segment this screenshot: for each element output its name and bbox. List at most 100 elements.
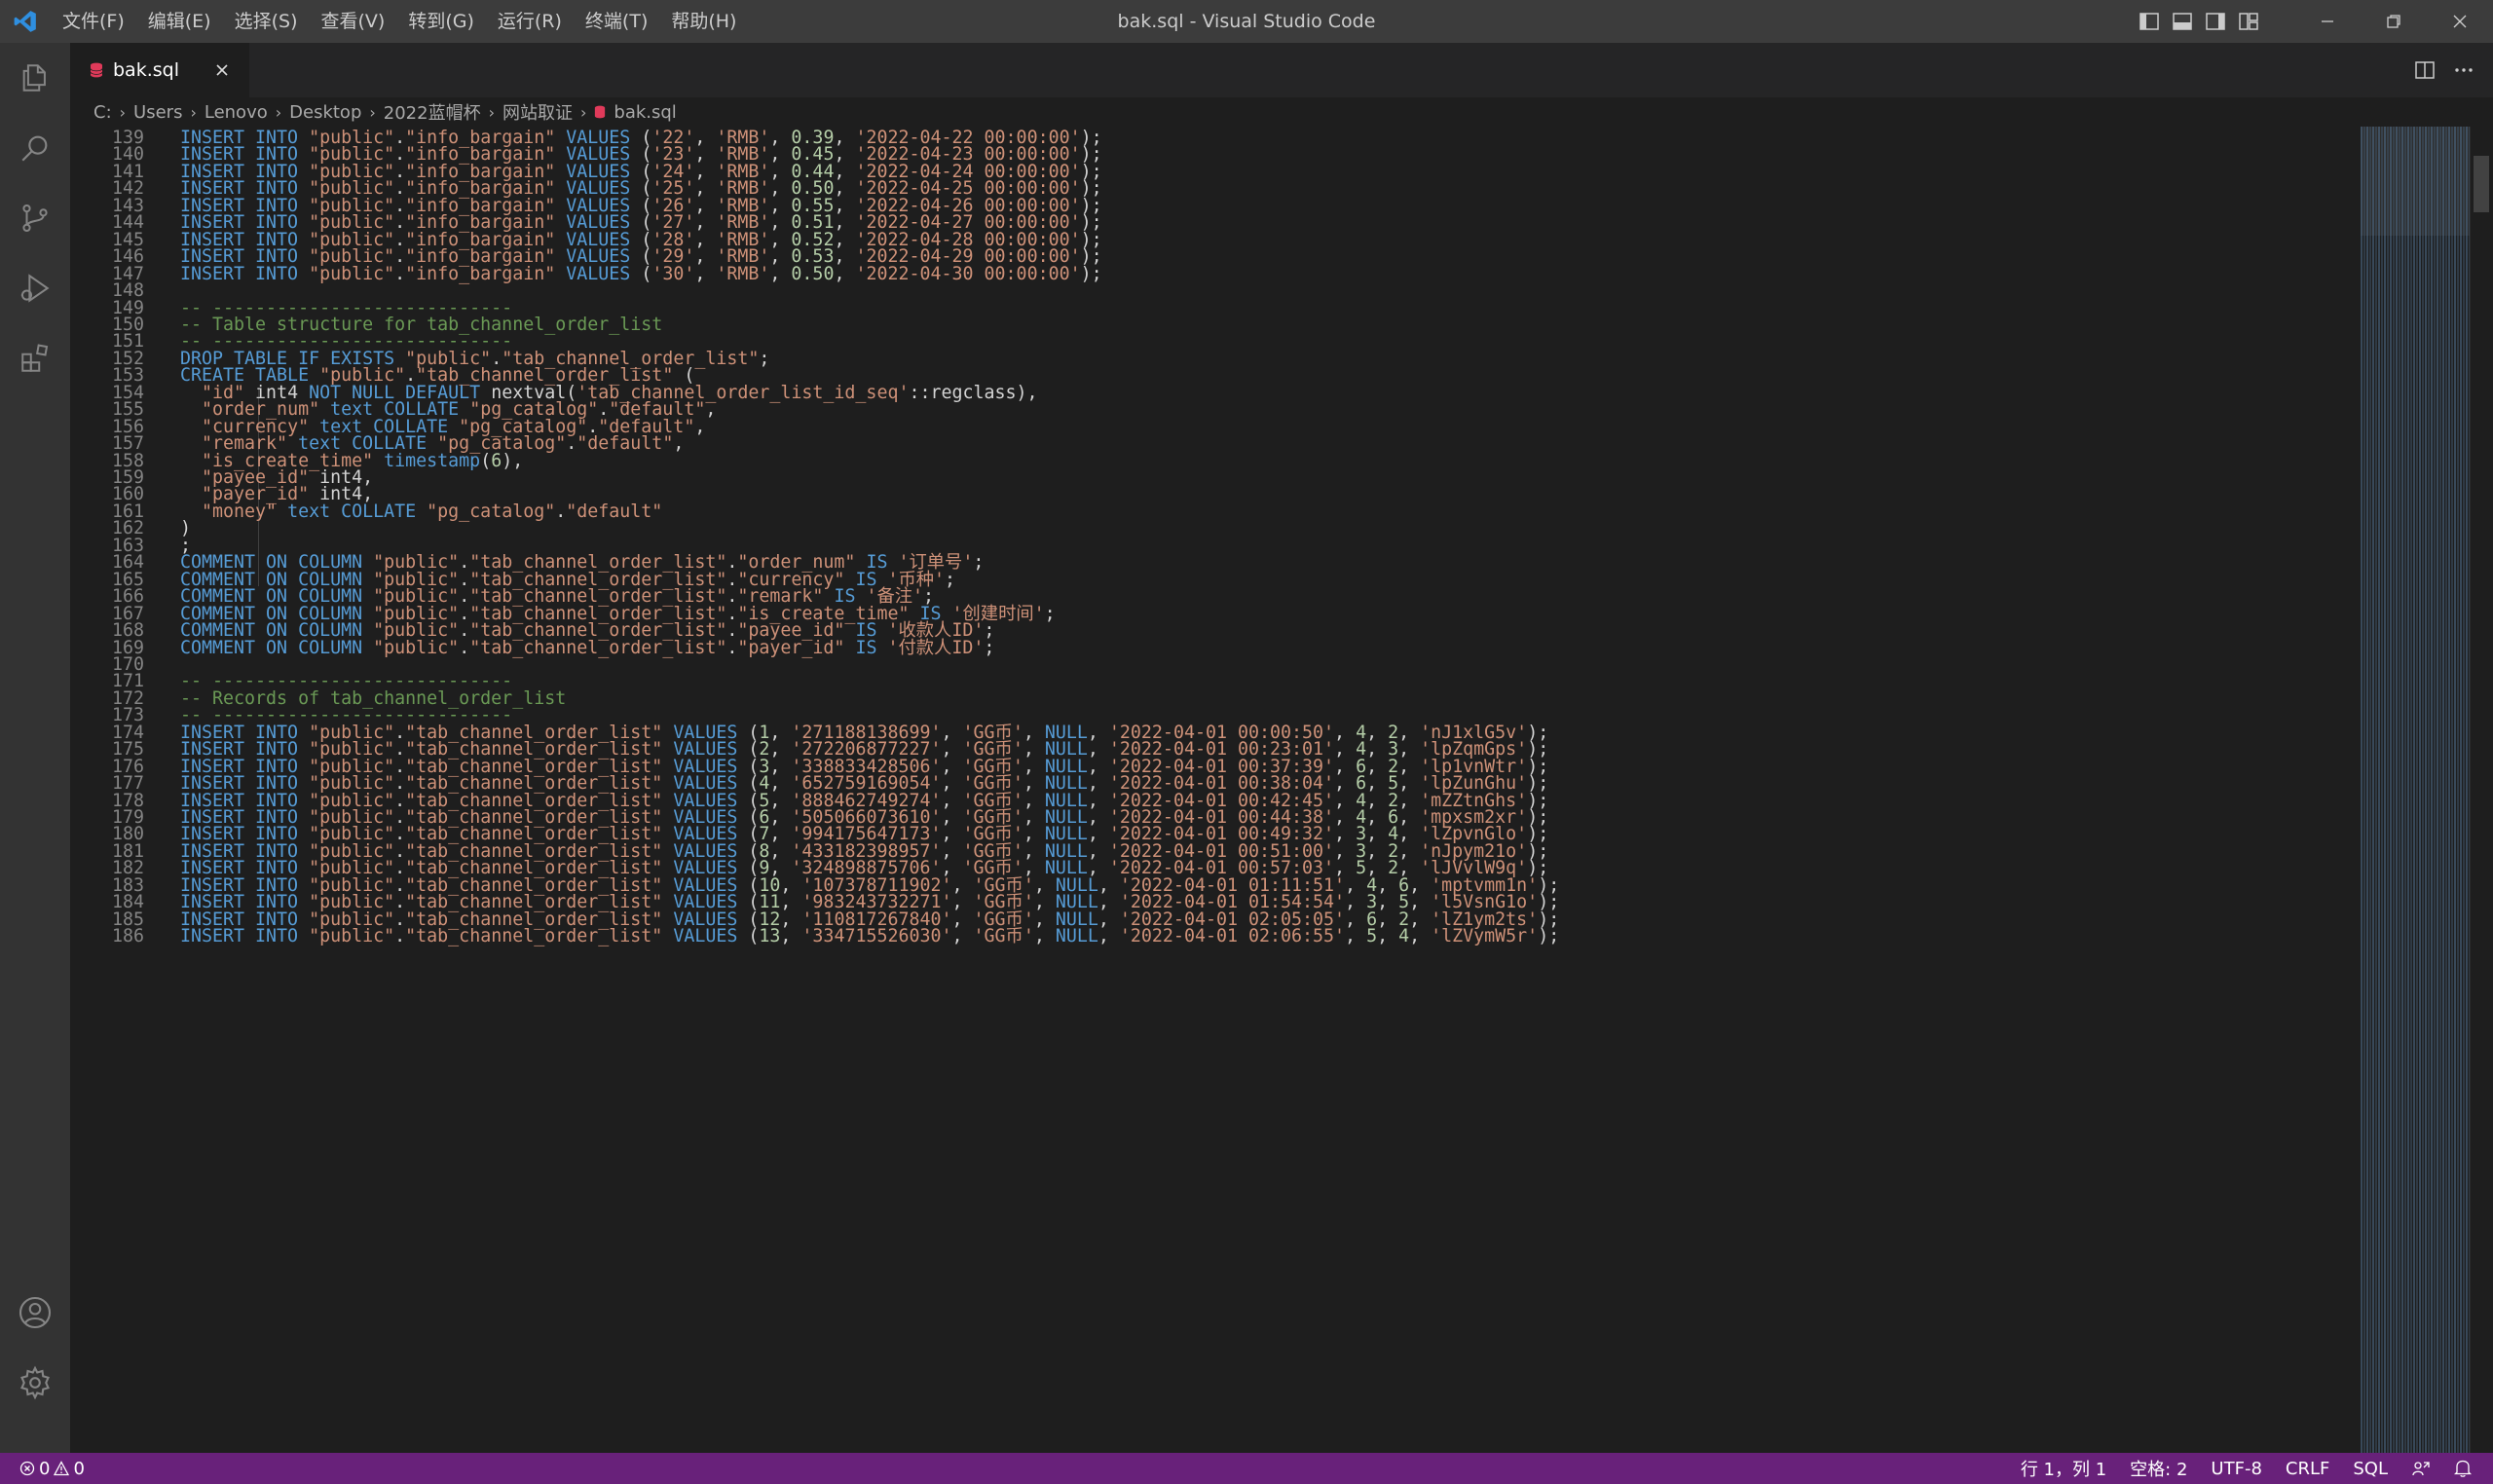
notifications-icon[interactable] <box>2442 1459 2483 1478</box>
language-mode[interactable]: SQL <box>2341 1459 2400 1479</box>
menu-item[interactable]: 终端(T) <box>574 0 659 43</box>
customize-layout-icon[interactable] <box>2232 0 2265 43</box>
minimap-stripe <box>2387 127 2389 1453</box>
split-editor-icon[interactable] <box>2405 43 2444 97</box>
minimap-stripe <box>2375 127 2377 1453</box>
chevron-right-icon: › <box>119 102 127 122</box>
code-token: COMMENT ON COLUMN <box>180 637 374 658</box>
minimap-stripe <box>2428 127 2430 1453</box>
code-token: 'GG币' <box>973 926 1034 947</box>
title-bar: 文件(F) 编辑(E) 选择(S) 查看(V) 转到(G) 运行(R) 终端(T) 帮助(H)… <box>0 0 2493 43</box>
breadcrumb: C: › Users › Lenovo › Desktop › 2022蓝帽杯 › 网站取证 › bak… <box>70 97 2493 127</box>
minimap-stripe <box>2404 127 2406 1453</box>
minimap-stripe <box>2361 127 2363 1453</box>
code-token: . <box>394 263 406 284</box>
scrollbar-thumb[interactable] <box>2474 156 2489 212</box>
minimap[interactable] <box>2361 127 2470 1453</box>
code-token: "public" <box>373 637 460 658</box>
explorer-icon[interactable] <box>0 43 70 113</box>
toggle-secondary-sidebar-icon[interactable] <box>2199 0 2232 43</box>
run-debug-icon[interactable] <box>0 253 70 323</box>
code-editor[interactable]: 139 INSERT INTO "public"."info_bargain" V… <box>70 127 2361 1453</box>
chevron-right-icon: › <box>369 102 376 122</box>
code-token: , <box>694 416 706 437</box>
code-token: 0.50 <box>791 263 835 284</box>
extensions-icon[interactable] <box>0 323 70 393</box>
breadcrumb-item[interactable]: Lenovo <box>205 102 268 123</box>
code-token: "default" <box>566 501 663 522</box>
more-actions-icon[interactable] <box>2444 43 2483 97</box>
code-token: "tab_channel_order_list" <box>469 637 727 658</box>
code-token: '2022-04-01 02:06:55' <box>1119 926 1346 947</box>
code-token: ; <box>984 637 995 658</box>
menu-item[interactable]: 文件(F) <box>51 0 136 43</box>
code-token: , <box>705 399 717 421</box>
toggle-panel-icon[interactable] <box>2166 0 2199 43</box>
code-token: ); <box>1538 926 1560 947</box>
toggle-sidebar-icon[interactable] <box>2133 0 2166 43</box>
minimap-stripe <box>2419 127 2421 1453</box>
minimap-stripe <box>2448 127 2450 1453</box>
chevron-right-icon: › <box>190 102 197 122</box>
code-token: "public" <box>309 926 395 947</box>
code-token: INSERT INTO <box>180 263 310 284</box>
breadcrumb-item[interactable]: 2022蓝帽杯 <box>384 99 481 125</box>
minimap-stripe <box>2413 127 2415 1453</box>
code-token: ; <box>759 348 770 369</box>
search-icon[interactable] <box>0 113 70 183</box>
vertical-scrollbar[interactable] <box>2470 127 2493 1453</box>
menu-item[interactable]: 查看(V) <box>310 0 397 43</box>
code-token: '30' <box>651 263 695 284</box>
minimap-stripe <box>2366 127 2368 1453</box>
minimap-stripe <box>2460 127 2462 1453</box>
breadcrumb-item[interactable]: C: <box>93 102 112 123</box>
menu-item[interactable]: 运行(R) <box>486 0 574 43</box>
code-token: . <box>566 433 577 455</box>
restore-icon[interactable] <box>2361 0 2427 43</box>
feedback-icon[interactable] <box>2400 1459 2442 1478</box>
breadcrumb-item[interactable]: Users <box>133 102 182 123</box>
breadcrumb-item[interactable]: bak.sql <box>614 102 676 123</box>
code-token: , <box>1409 926 1432 947</box>
database-file-icon <box>90 62 103 78</box>
minimap-stripe <box>2369 127 2371 1453</box>
code-token: , <box>834 263 856 284</box>
menu-bar: 文件(F) 编辑(E) 选择(S) 查看(V) 转到(G) 运行(R) 终端(T) 帮助(H) <box>51 0 748 43</box>
warning-count: 0 <box>73 1458 85 1479</box>
code-token: , <box>1033 926 1056 947</box>
problems-indicator[interactable]: 0 0 <box>19 1459 96 1479</box>
error-icon <box>19 1461 35 1476</box>
breadcrumb-item[interactable]: 网站取证 <box>502 99 573 125</box>
minimap-stripe <box>2399 127 2400 1453</box>
source-control-icon[interactable] <box>0 183 70 253</box>
minimap-stripe <box>2422 127 2424 1453</box>
code-token: , <box>673 433 685 455</box>
minimize-icon[interactable] <box>2294 0 2361 43</box>
close-window-icon[interactable] <box>2427 0 2493 43</box>
minimap-stripe <box>2378 127 2380 1453</box>
encoding[interactable]: UTF-8 <box>2199 1459 2273 1479</box>
manage-gear-icon[interactable] <box>0 1348 70 1418</box>
code-token: "info_bargain" <box>405 263 556 284</box>
code-token: ( <box>641 263 652 284</box>
code-line[interactable]: 186 INSERT INTO "public"."tab_channel_ord… <box>70 923 1559 951</box>
menu-item[interactable]: 帮助(H) <box>659 0 748 43</box>
indentation[interactable]: 空格: 2 <box>2118 1456 2199 1481</box>
minimap-stripe <box>2439 127 2441 1453</box>
breadcrumb-item[interactable]: Desktop <box>289 102 361 123</box>
menu-item[interactable]: 转到(G) <box>396 0 486 43</box>
end-of-line[interactable]: CRLF <box>2274 1459 2341 1479</box>
vscode-logo-icon <box>0 0 51 43</box>
tab-bak-sql[interactable]: bak.sql <box>70 43 249 97</box>
minimap-stripe <box>2457 127 2459 1453</box>
chevron-right-icon: › <box>275 102 282 122</box>
cursor-position[interactable]: 行 1，列 1 <box>2009 1456 2118 1481</box>
menu-item[interactable]: 选择(S) <box>223 0 310 43</box>
code-text: COMMENT ON COLUMN "public"."tab_channel_… <box>180 635 994 663</box>
minimap-stripe <box>2393 127 2395 1453</box>
code-token: INSERT INTO <box>180 926 310 947</box>
code-token: NULL <box>1055 926 1098 947</box>
accounts-icon[interactable] <box>0 1278 70 1348</box>
close-tab-icon[interactable] <box>208 56 236 84</box>
menu-item[interactable]: 编辑(E) <box>136 0 223 43</box>
